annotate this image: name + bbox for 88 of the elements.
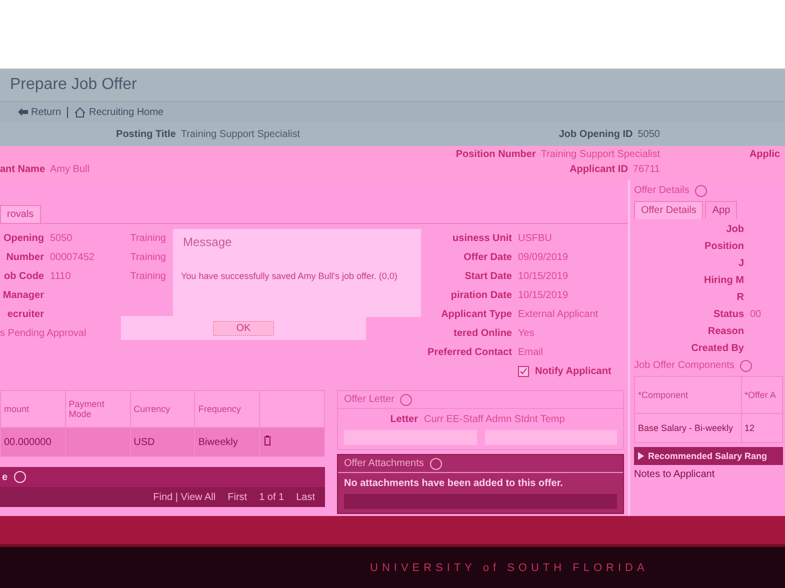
- university-wordmark: UNIVERSITY of SOUTH FLORIDA: [370, 562, 648, 574]
- house-icon: [74, 106, 86, 118]
- table-cell: USD: [130, 428, 195, 456]
- section-title: Offer Details: [634, 185, 690, 196]
- page-title: Prepare Job Offer: [10, 76, 137, 94]
- table-cell: Biweekly: [194, 428, 260, 456]
- field-label: Letter: [389, 414, 418, 425]
- field-value: Training: [130, 271, 166, 282]
- field-value: Training Support Specialist: [540, 149, 660, 160]
- page-count: 1 of 1: [259, 492, 284, 502]
- field-value: 1110: [50, 271, 71, 282]
- field-label: Preferred Contact: [426, 347, 512, 358]
- tab[interactable]: rovals: [0, 205, 41, 223]
- nav-link[interactable]: Return: [18, 106, 62, 118]
- field-label: tered Online: [452, 328, 512, 339]
- tab[interactable]: App: [705, 201, 738, 219]
- field-label: Hiring M: [703, 275, 744, 286]
- column-header: mount: [0, 390, 66, 428]
- dialog-message: You have successfully saved Amy Bull's job offer. (0,0): [180, 270, 398, 283]
- trash-icon[interactable]: [263, 435, 272, 446]
- field-value: 76711: [632, 164, 660, 175]
- field-label: Job: [725, 224, 744, 235]
- field-label: ecruiter: [6, 309, 44, 320]
- find-link[interactable]: Find | View All: [153, 492, 216, 502]
- checkmark-icon: [520, 368, 527, 375]
- section-title: Job Offer Components: [634, 360, 734, 371]
- field-value: Training: [130, 252, 166, 263]
- field-label: usiness Unit: [452, 233, 512, 244]
- field-label: ob Code: [3, 271, 44, 282]
- expander[interactable]: Recommended Salary Rang: [634, 447, 783, 465]
- field-label: Opening: [2, 233, 44, 244]
- checkbox[interactable]: [518, 366, 529, 377]
- field-label: Position Number: [456, 149, 536, 160]
- field-label: Status: [712, 309, 744, 320]
- field-value: External Applicant: [518, 309, 598, 320]
- field-label: J: [737, 258, 744, 269]
- field-label: Offer Date: [462, 252, 512, 263]
- field-value: Training: [130, 233, 166, 244]
- field-value: 09/09/2019: [518, 252, 568, 263]
- field-label: ant Name: [0, 164, 46, 175]
- field-value: Curr EE-Staff Admn Stdnt Temp: [424, 414, 565, 425]
- tab[interactable]: Offer Details: [634, 201, 704, 219]
- nav-link[interactable]: Recruiting Home: [67, 106, 164, 118]
- section-title: e: [2, 472, 8, 482]
- field-value: 5050: [50, 233, 72, 244]
- table-cell: 12: [741, 414, 782, 442]
- field-label: Created By: [690, 343, 744, 354]
- field-value: Yes: [518, 328, 534, 339]
- panel-label: Applic: [749, 149, 780, 160]
- field-label: Manager: [2, 290, 44, 301]
- field-label: piration Date: [450, 290, 512, 301]
- field-value: 10/15/2019: [518, 271, 568, 282]
- help-icon[interactable]: [400, 394, 412, 406]
- empty-message: No attachments have been added to this offer.: [344, 478, 563, 489]
- first-link[interactable]: First: [228, 492, 248, 502]
- field-value: USFBU: [518, 233, 552, 244]
- field-label: R: [736, 292, 744, 303]
- field-value: 5050: [638, 128, 660, 140]
- field-value: 00007452: [50, 252, 94, 263]
- field-value: Amy Bull: [50, 164, 90, 175]
- field-label: Job Opening ID: [558, 128, 633, 140]
- field-label: Reason: [706, 326, 744, 337]
- triangle-icon: [638, 452, 644, 460]
- field-value: Email: [518, 347, 544, 358]
- ok-button[interactable]: OK: [213, 320, 274, 336]
- column-header: *Component: [634, 376, 742, 414]
- field-value: 00: [750, 309, 762, 320]
- last-link[interactable]: Last: [296, 492, 315, 502]
- field-label: Position: [704, 241, 744, 252]
- status-text: s Pending Approval: [0, 328, 86, 339]
- field-label: Posting Title: [116, 128, 176, 140]
- field-label: Applicant Type: [440, 309, 512, 320]
- field-label: Number: [5, 252, 44, 263]
- field-value: 10/15/2019: [518, 290, 568, 301]
- field-label: Applicant ID: [570, 164, 628, 175]
- help-icon[interactable]: [430, 458, 442, 470]
- field-label: Start Date: [464, 271, 512, 282]
- checkbox-label: Notify Applicant: [535, 366, 612, 377]
- help-icon[interactable]: [740, 360, 752, 372]
- table-cell: 00.000000: [0, 428, 66, 456]
- field-value: Training Support Specialist: [180, 128, 300, 140]
- table-cell: Base Salary - Bi-weekly: [634, 414, 742, 442]
- help-icon[interactable]: [695, 184, 708, 196]
- back-arrow-icon: [18, 108, 28, 116]
- section-title: Offer Attachments: [344, 458, 424, 469]
- section-title: Offer Letter: [344, 394, 394, 405]
- section-title: Notes to Applicant: [634, 469, 716, 480]
- dialog-title: Message: [182, 234, 233, 251]
